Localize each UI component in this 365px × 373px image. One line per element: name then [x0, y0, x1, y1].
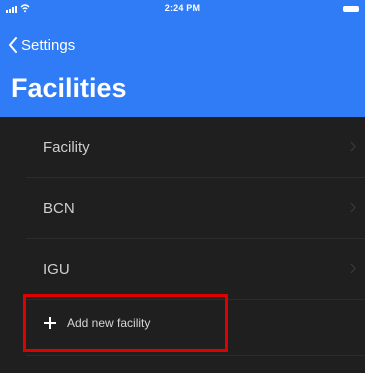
back-button[interactable]: Settings — [8, 34, 75, 56]
battery-icon — [343, 6, 359, 12]
add-new-facility-label: Add new facility — [67, 316, 151, 330]
chevron-left-icon — [9, 37, 17, 53]
back-button-label: Settings — [21, 36, 76, 54]
page-title: Facilities — [11, 73, 127, 103]
screen: 2:24 PM Settings Facilities Facility BCN… — [0, 0, 365, 373]
facility-list: Facility BCN IGU — [0, 117, 365, 300]
list-item-igu[interactable]: IGU — [26, 239, 365, 300]
status-time: 2:24 PM — [164, 3, 201, 13]
header: 2:24 PM Settings Facilities — [0, 0, 365, 117]
list-item-facility[interactable]: Facility — [26, 117, 365, 178]
divider — [26, 355, 365, 356]
list-item-bcn[interactable]: BCN — [26, 178, 365, 239]
chevron-right-icon — [350, 263, 356, 274]
status-bar: 2:24 PM — [0, 0, 365, 22]
chevron-right-icon — [350, 202, 356, 213]
chevron-right-icon — [350, 141, 356, 152]
list-item-label: BCN — [43, 199, 75, 217]
list-item-label: Facility — [43, 138, 90, 156]
list-item-label: IGU — [43, 260, 70, 278]
add-new-facility-button[interactable]: Add new facility — [23, 294, 228, 352]
plus-icon — [44, 317, 56, 329]
